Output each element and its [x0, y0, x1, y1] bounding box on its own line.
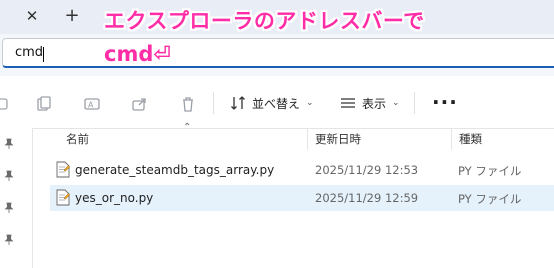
file-explorer-window: ✕ + エクスプローラのアドレスバーで cmd⏎ A 並べ替え	[0, 0, 554, 268]
pin-icon[interactable]	[3, 138, 15, 150]
sort-icon	[231, 96, 245, 110]
navigation-pane	[0, 128, 33, 268]
command-bar: A 並べ替え ⌄ 表示 ⌄ ···	[0, 78, 554, 129]
more-options-icon[interactable]: ···	[432, 90, 458, 114]
chevron-down-icon: ⌄	[392, 98, 400, 108]
annotation-line-1: エクスプローラのアドレスバーで	[104, 9, 425, 33]
view-list-icon	[341, 98, 355, 108]
column-header-name[interactable]: 名前	[66, 131, 89, 147]
rename-icon[interactable]: A	[82, 94, 102, 114]
file-type: PY ファイル	[458, 164, 522, 178]
python-file-icon	[56, 161, 70, 178]
copy-icon[interactable]	[34, 94, 54, 114]
sort-button[interactable]: 並べ替え ⌄	[230, 92, 314, 114]
pin-icon[interactable]	[3, 234, 15, 246]
address-input[interactable]	[15, 45, 95, 60]
file-row-selected[interactable]: yes_or_no.py 2025/11/29 12:59 PY ファイル	[50, 185, 554, 211]
view-label: 表示	[362, 96, 387, 111]
address-bar-area	[0, 34, 554, 76]
column-header-type[interactable]: 種類	[459, 131, 482, 147]
file-row[interactable]: generate_steamdb_tags_array.py 2025/11/2…	[50, 157, 554, 183]
file-type: PY ファイル	[458, 192, 522, 206]
cut-icon[interactable]	[0, 94, 12, 114]
delete-icon[interactable]	[178, 94, 198, 114]
pin-icon[interactable]	[3, 170, 15, 182]
share-icon[interactable]	[130, 94, 150, 114]
column-header-row: ⌃ 名前 更新日時 種類	[33, 122, 554, 150]
text-caret	[43, 47, 44, 62]
new-tab-icon[interactable]: +	[62, 5, 82, 26]
python-file-icon	[56, 189, 70, 206]
close-tab-icon[interactable]: ✕	[22, 6, 42, 26]
sort-label: 並べ替え	[252, 96, 301, 111]
svg-text:A: A	[88, 101, 94, 110]
annotation-line-2: cmd⏎	[104, 42, 171, 66]
column-header-modified[interactable]: 更新日時	[315, 131, 361, 147]
file-modified: 2025/11/29 12:53	[315, 163, 419, 177]
file-name: yes_or_no.py	[75, 191, 154, 205]
pin-icon[interactable]	[3, 202, 15, 214]
file-name: generate_steamdb_tags_array.py	[75, 163, 275, 177]
address-bar[interactable]	[2, 38, 554, 68]
sort-ascending-icon: ⌃	[183, 122, 192, 133]
column-divider[interactable]	[307, 128, 308, 150]
chevron-down-icon: ⌄	[306, 98, 314, 108]
file-modified: 2025/11/29 12:59	[315, 191, 419, 205]
toolbar-separator	[414, 92, 415, 114]
view-button[interactable]: 表示 ⌄	[340, 92, 400, 114]
column-divider[interactable]	[451, 128, 452, 150]
toolbar-separator	[213, 92, 214, 114]
